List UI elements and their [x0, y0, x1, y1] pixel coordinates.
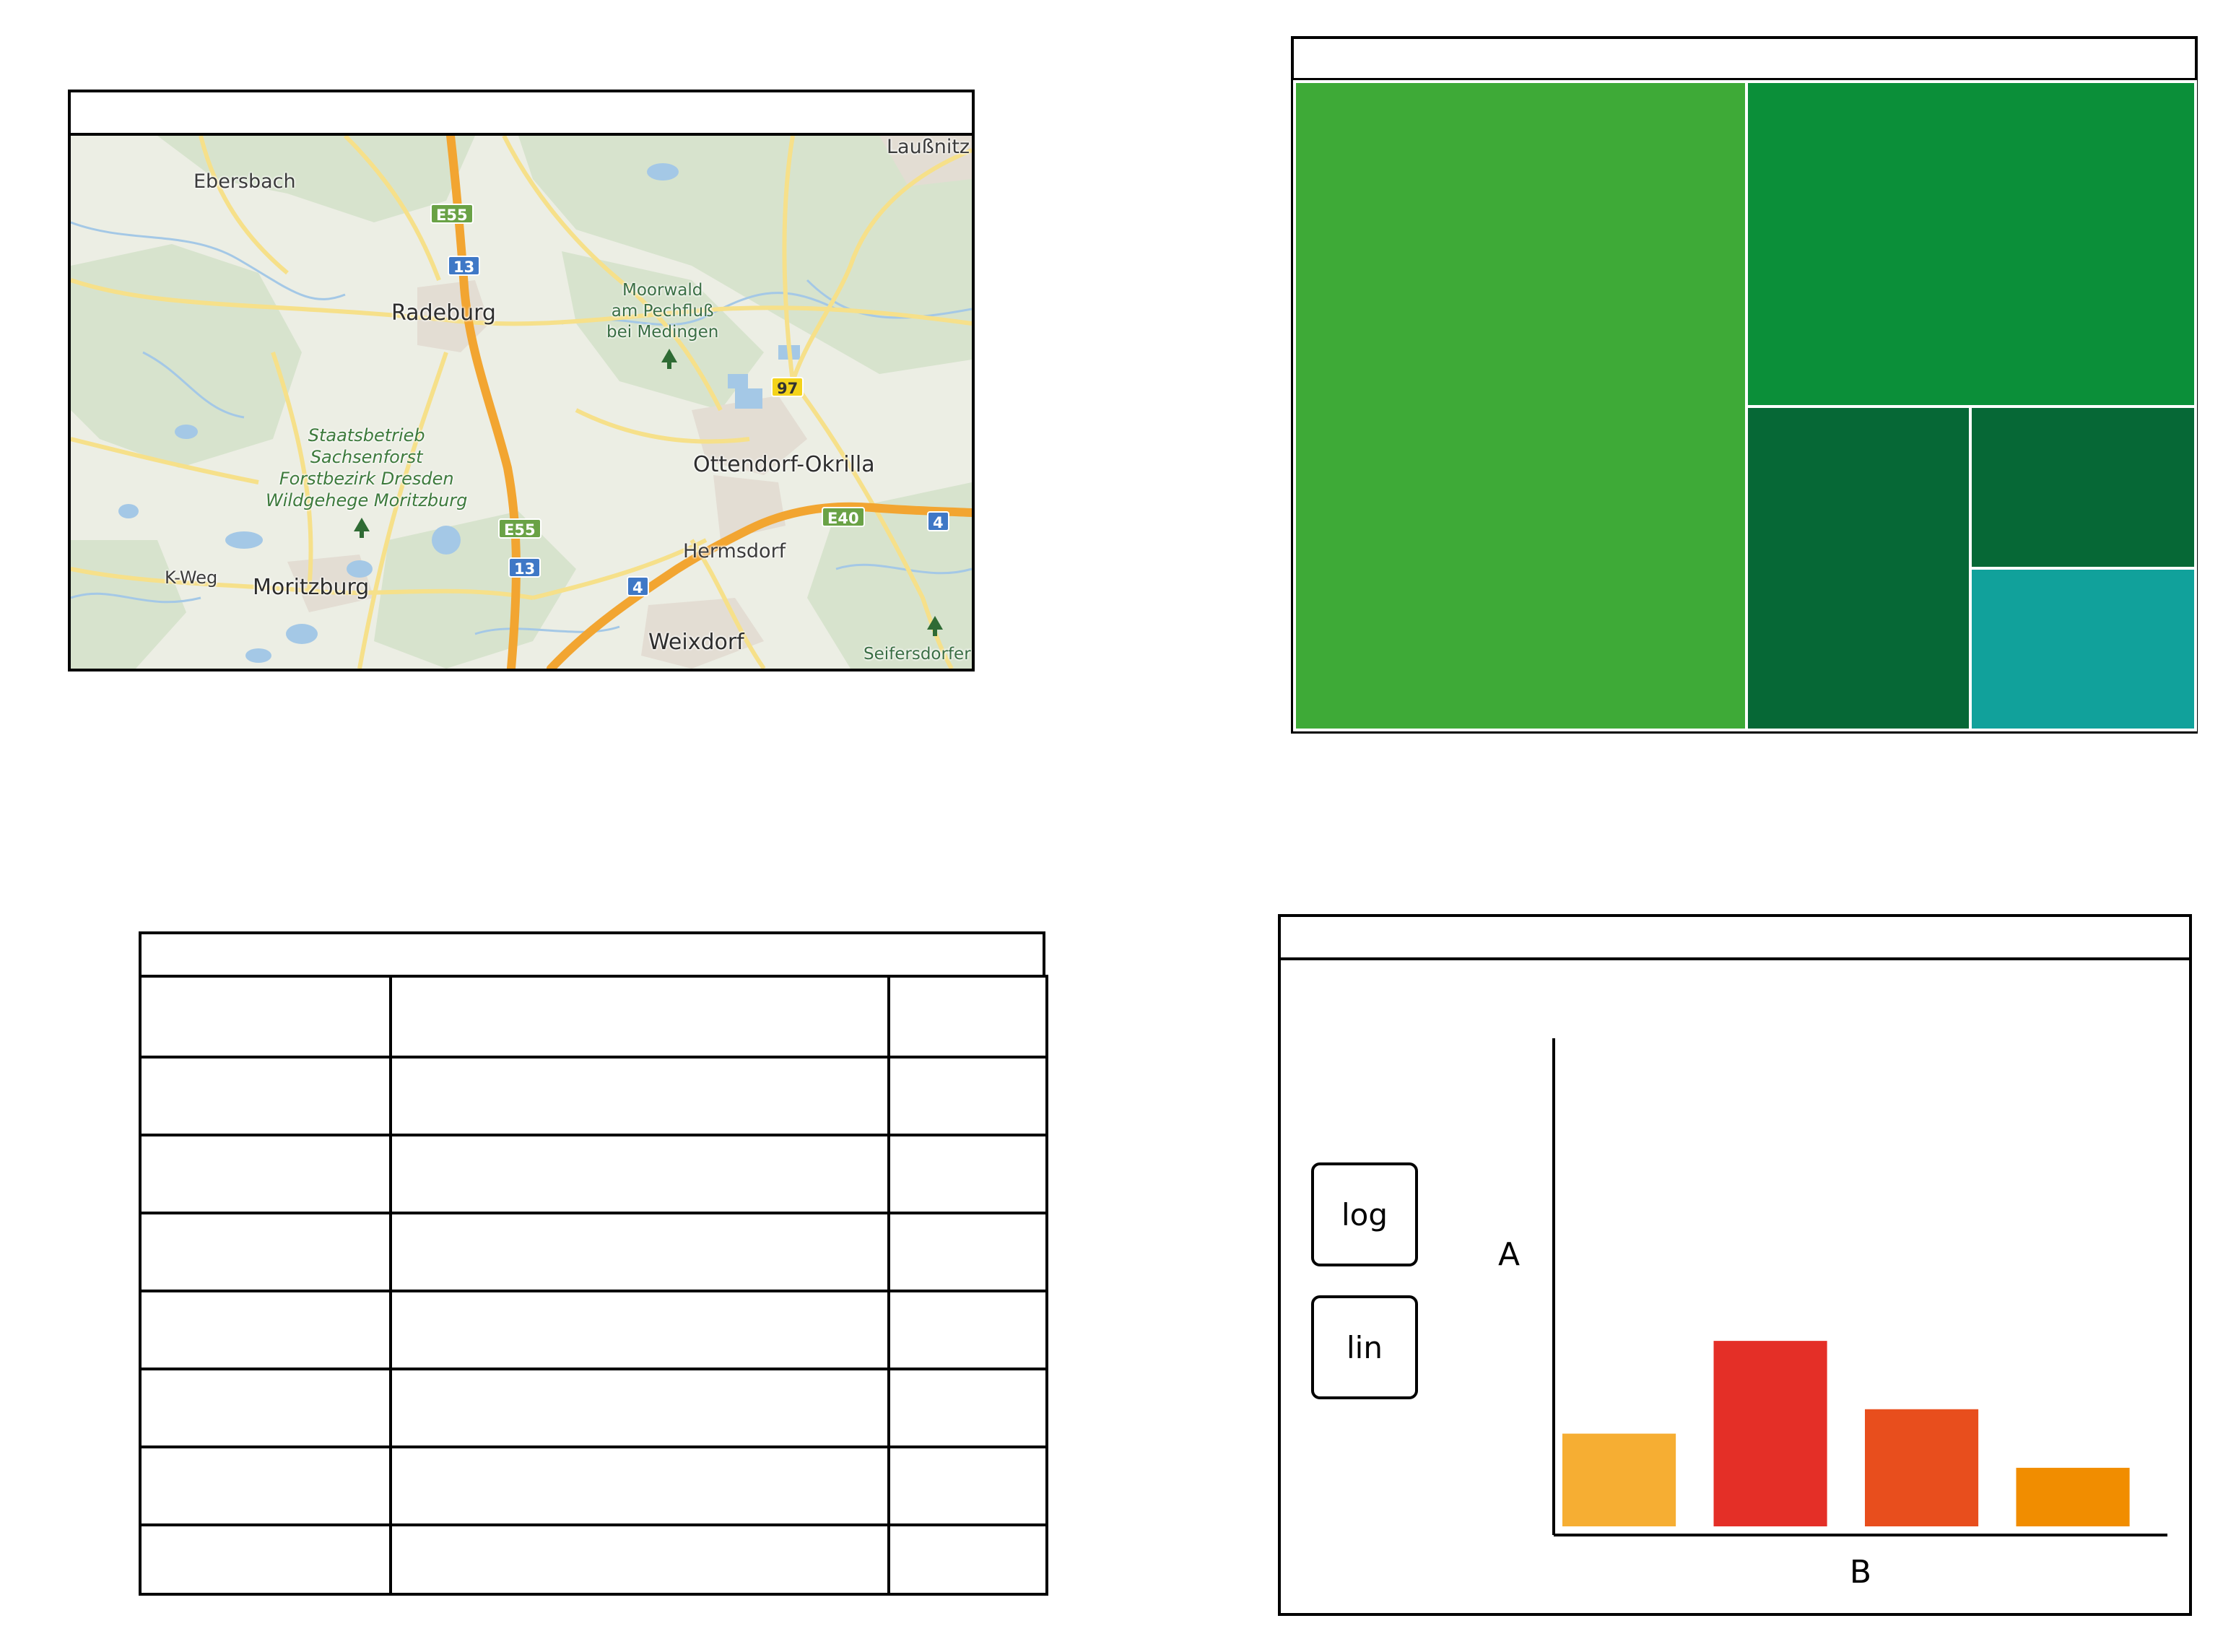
map-label-hermsdorf: Hermsdorf: [683, 540, 786, 562]
map-label-seifersdorfer: Seifersdorfer: [863, 645, 971, 664]
table-header-cell: [389, 975, 890, 1058]
treemap-tile-2[interactable]: [1745, 80, 2197, 408]
table-cell: [389, 1523, 890, 1596]
data-table: [139, 975, 1048, 1596]
road-shield-e40: E40: [822, 507, 865, 527]
map-label-k-weg: K-Weg: [165, 568, 218, 588]
table-cell: [139, 1368, 392, 1448]
chart-panel: log lin A B: [1278, 957, 2192, 1616]
table-cell: [389, 1446, 890, 1526]
table-header-cell: [887, 975, 1048, 1058]
table-cell: [887, 1056, 1048, 1136]
table-cell: [887, 1290, 1048, 1370]
park-tree-icon: [354, 518, 370, 538]
road-shield-13-north: 13: [448, 256, 481, 276]
table-cell: [139, 1212, 392, 1292]
table-cell: [139, 1290, 392, 1370]
table-cell: [887, 1446, 1048, 1526]
map-label-ottendorf-okrilla: Ottendorf-Okrilla: [693, 452, 875, 477]
map-label-radeburg: Radeburg: [391, 300, 496, 326]
map-view[interactable]: Ebersbach Laußnitz Radeburg Moorwald am …: [68, 133, 975, 671]
road-shield-4-east: 4: [927, 511, 949, 531]
table-row[interactable]: [139, 1446, 1048, 1526]
table-row[interactable]: [139, 1056, 1048, 1136]
bar-3[interactable]: [1865, 1409, 1979, 1526]
treemap-panel-header: [1291, 36, 2198, 82]
map-base-graphics: [71, 136, 972, 669]
table-cell: [887, 1212, 1048, 1292]
chart-panel-header: [1278, 914, 2192, 960]
table-cell: [139, 1446, 392, 1526]
bar-4[interactable]: [2016, 1467, 2130, 1526]
table-cell: [887, 1368, 1048, 1448]
table-row[interactable]: [139, 1212, 1048, 1292]
table-row[interactable]: [139, 1523, 1048, 1596]
road-shield-e55-north: E55: [430, 204, 474, 224]
table-cell: [389, 1134, 890, 1214]
road-shield-4-mid: 4: [627, 576, 649, 596]
treemap-tile-4[interactable]: [1969, 405, 2197, 570]
table-row[interactable]: [139, 1290, 1048, 1370]
park-tree-icon: [661, 349, 677, 369]
table-row[interactable]: [139, 1368, 1048, 1448]
road-shield-e55-south: E55: [498, 518, 541, 539]
y-axis-label: A: [1498, 1236, 1520, 1273]
road-shield-13-south: 13: [508, 557, 541, 578]
park-tree-icon: [927, 616, 943, 636]
table-cell: [887, 1134, 1048, 1214]
map-panel-header: [68, 90, 975, 136]
table-header-row: [139, 975, 1048, 1058]
table-header-cell: [139, 975, 392, 1058]
table-row[interactable]: [139, 1134, 1048, 1214]
table-panel-header: [139, 931, 1045, 978]
table-cell: [139, 1134, 392, 1214]
table-cell: [389, 1056, 890, 1136]
treemap-tile-3[interactable]: [1745, 405, 1972, 731]
table-cell: [887, 1523, 1048, 1596]
map-label-weixdorf: Weixdorf: [648, 630, 744, 655]
bar-chart: A B: [1498, 1038, 2167, 1591]
table-cell: [389, 1290, 890, 1370]
treemap-tile-1[interactable]: [1293, 80, 1748, 731]
map-label-ebersbach: Ebersbach: [193, 170, 296, 193]
x-axis-label: B: [1850, 1554, 1871, 1591]
map-label-laussnitz: Laußnitz: [887, 136, 970, 158]
road-shield-97: 97: [771, 377, 804, 397]
bar-series: [1562, 1341, 2130, 1526]
table-cell: [389, 1212, 890, 1292]
table-cell: [139, 1056, 392, 1136]
table-cell: [389, 1368, 890, 1448]
bar-2[interactable]: [1713, 1341, 1827, 1526]
map-label-moritzburg: Moritzburg: [253, 575, 370, 600]
treemap-tile-5[interactable]: [1969, 567, 2197, 731]
map-label-moorwald: Moorwald am Pechfluß bei Medingen: [606, 281, 719, 342]
treemap: [1291, 78, 2198, 734]
map-label-staatsbetrieb: Staatsbetrieb Sachsenforst Forstbezirk D…: [266, 425, 468, 510]
table-cell: [139, 1523, 392, 1596]
bar-1[interactable]: [1562, 1433, 1676, 1526]
